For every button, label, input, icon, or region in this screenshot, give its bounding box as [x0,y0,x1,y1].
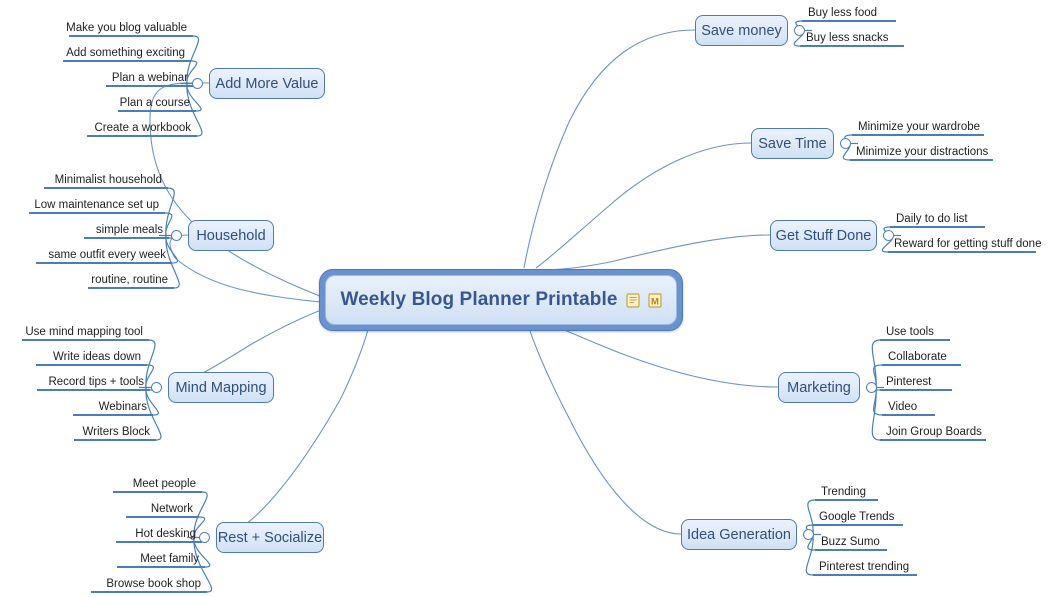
branch-node-label: Add More Value [215,75,319,92]
leaf-mind-mapping-1[interactable]: Use mind mapping tool [25,326,143,339]
mind-map-canvas: Weekly Blog Planner Printable M Add More… [0,0,1059,597]
leaf-add-more-value-2[interactable]: Add something exciting [66,47,185,60]
leaf-mind-mapping-3[interactable]: Record tips + tools [48,376,144,389]
leaf-rest-socialize-5[interactable]: Browse book shop [106,578,201,591]
collapse-toggle-save-time[interactable] [840,138,851,149]
collapse-toggle-marketing[interactable] [866,382,877,393]
leaf-get-stuff-done-1[interactable]: Daily to do list [896,213,968,226]
collapse-toggle-save-money[interactable] [794,25,805,36]
leaf-marketing-1[interactable]: Use tools [886,326,934,339]
leaf-idea-generation-4[interactable]: Pinterest trending [819,561,909,574]
leaf-add-more-value-4[interactable]: Plan a course [120,97,190,110]
branch-node-label: Get Stuff Done [775,227,872,244]
leaf-idea-generation-3[interactable]: Buzz Sumo [821,536,880,549]
leaf-save-time-1[interactable]: Minimize your wardrobe [858,121,980,134]
leaf-rest-socialize-3[interactable]: Hot desking [135,528,196,541]
leaf-mind-mapping-2[interactable]: Write ideas down [53,351,141,364]
branch-node-save-money[interactable]: Save money [695,15,788,46]
leaf-add-more-value-1[interactable]: Make you blog valuable [66,22,187,35]
leaf-household-1[interactable]: Minimalist household [55,174,162,187]
letter-m-icon[interactable]: M [647,292,662,308]
leaf-add-more-value-3[interactable]: Plan a webinar [112,72,188,85]
central-node[interactable]: Weekly Blog Planner Printable M [319,269,683,331]
branch-node-add-more-value[interactable]: Add More Value [209,68,325,99]
note-icon[interactable] [625,292,640,308]
branch-node-label: Marketing [787,379,851,396]
collapse-toggle-household[interactable] [171,230,182,241]
leaf-household-2[interactable]: Low maintenance set up [34,199,159,212]
collapse-toggle-rest-socialize[interactable] [199,532,210,543]
collapse-toggle-add-more-value[interactable] [192,78,203,89]
svg-text:M: M [651,296,659,307]
leaf-marketing-5[interactable]: Join Group Boards [886,426,982,439]
leaf-save-money-2[interactable]: Buy less snacks [806,32,888,45]
leaf-idea-generation-1[interactable]: Trending [821,486,866,499]
branch-node-save-time[interactable]: Save Time [751,128,834,159]
leaf-get-stuff-done-2[interactable]: Reward for getting stuff done [894,238,1041,251]
leaf-rest-socialize-1[interactable]: Meet people [133,478,196,491]
leaf-household-5[interactable]: routine, routine [91,274,168,287]
branch-node-label: Mind Mapping [175,379,267,396]
leaf-household-4[interactable]: same outfit every week [48,249,166,262]
branch-node-idea-generation[interactable]: Idea Generation [681,519,797,550]
branch-node-household[interactable]: Household [188,220,274,251]
branch-node-rest-socialize[interactable]: Rest + Socialize [216,522,324,553]
branch-node-label: Rest + Socialize [217,529,323,546]
leaf-save-time-2[interactable]: Minimize your distractions [856,146,988,159]
leaf-add-more-value-5[interactable]: Create a workbook [94,122,191,135]
branch-node-get-stuff-done[interactable]: Get Stuff Done [770,220,877,251]
central-node-inner: Weekly Blog Planner Printable M [325,275,677,325]
branch-node-mind-mapping[interactable]: Mind Mapping [168,372,274,403]
leaf-save-money-1[interactable]: Buy less food [808,7,877,20]
branch-node-label: Household [196,227,266,244]
leaf-household-3[interactable]: simple meals [96,224,163,237]
branch-node-label: Save money [701,22,782,39]
page-title: Weekly Blog Planner Printable [340,289,618,310]
leaf-mind-mapping-5[interactable]: Writers Block [82,426,150,439]
branch-node-label: Save Time [758,135,827,152]
leaf-mind-mapping-4[interactable]: Webinars [99,401,147,414]
collapse-toggle-get-stuff-done[interactable] [883,230,894,241]
leaf-marketing-4[interactable]: Video [888,401,917,414]
leaf-marketing-2[interactable]: Collaborate [888,351,947,364]
branch-node-label: Idea Generation [687,526,791,543]
leaf-idea-generation-2[interactable]: Google Trends [819,511,894,524]
branch-node-marketing[interactable]: Marketing [778,372,860,403]
collapse-toggle-mind-mapping[interactable] [151,382,162,393]
leaf-rest-socialize-4[interactable]: Meet family [140,553,199,566]
collapse-toggle-idea-generation[interactable] [803,529,814,540]
leaf-marketing-3[interactable]: Pinterest [886,376,931,389]
leaf-rest-socialize-2[interactable]: Network [151,503,193,516]
